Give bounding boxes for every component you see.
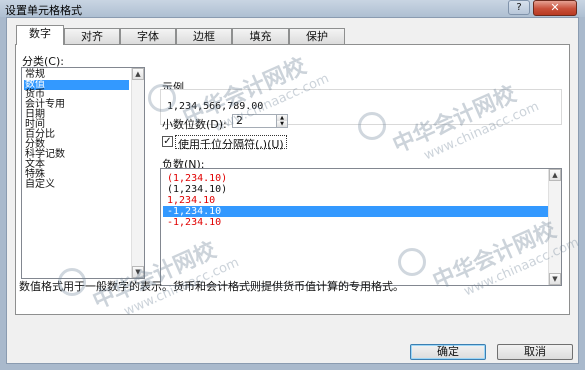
negative-format-item[interactable]: 1,234.10 [163, 195, 553, 206]
negative-format-item[interactable]: (1,234.10) [163, 184, 553, 195]
thousands-separator-checkbox[interactable]: ✓ [162, 136, 173, 147]
negative-format-item[interactable]: (1,234.10) [163, 173, 553, 184]
negative-format-item[interactable]: -1,234.10 [163, 217, 553, 228]
category-scrollbar[interactable]: ▲ ▼ [131, 68, 144, 278]
tab-panel-number: 分类(C): 常规 数值 货币 会计专用 日期 时间 百分比 分数 科学记数 文… [15, 44, 570, 315]
scroll-down-icon[interactable]: ▼ [132, 266, 144, 278]
thousands-separator-label: 使用千位分隔符(,)(U) [178, 138, 284, 151]
scroll-up-icon[interactable]: ▲ [549, 169, 561, 181]
scroll-down-icon[interactable]: ▼ [549, 273, 561, 285]
close-button[interactable]: ✕ [533, 0, 577, 16]
scroll-up-icon[interactable]: ▲ [132, 68, 144, 80]
help-button[interactable]: ? [508, 0, 530, 15]
decimal-label: 小数位数(D): [162, 118, 227, 131]
dialog-window: 设置单元格格式 ? ✕ 数字 对齐 字体 边框 填充 保护 分类(C): 常规 … [0, 0, 585, 370]
negative-number-list[interactable]: (1,234.10) (1,234.10) 1,234.10 -1,234.10… [160, 168, 562, 286]
sample-value: 1,234,566,789.00 [167, 101, 264, 112]
ok-button[interactable]: 确定 [410, 344, 486, 360]
decimal-places-stepper[interactable]: 2 ▲ ▼ [232, 114, 288, 128]
title-bar[interactable]: 设置单元格格式 ? ✕ [0, 0, 585, 17]
cancel-button[interactable]: 取消 [497, 344, 573, 360]
tab-font[interactable]: 字体 [120, 28, 176, 44]
category-list[interactable]: 常规 数值 货币 会计专用 日期 时间 百分比 分数 科学记数 文本 特殊 自定… [21, 67, 145, 279]
category-item[interactable]: 自定义 [24, 180, 129, 190]
tab-border[interactable]: 边框 [176, 28, 232, 44]
negative-format-item-selected[interactable]: -1,234.10 [163, 206, 553, 217]
tab-fill[interactable]: 填充 [232, 28, 289, 44]
negative-scrollbar[interactable]: ▲ ▼ [548, 169, 561, 285]
tab-alignment[interactable]: 对齐 [64, 28, 120, 44]
tab-protection[interactable]: 保护 [289, 28, 345, 44]
format-description: 数值格式用于一般数字的表示。货币和会计格式则提供货币值计算的专用格式。 [19, 280, 404, 293]
spin-down-icon[interactable]: ▼ [276, 121, 287, 127]
thousands-separator-focus[interactable]: 使用千位分隔符(,)(U) [175, 135, 287, 151]
decimal-value: 2 [236, 114, 243, 127]
tab-number[interactable]: 数字 [16, 25, 64, 45]
dialog-title: 设置单元格格式 [5, 4, 82, 17]
dialog-body: 数字 对齐 字体 边框 填充 保护 分类(C): 常规 数值 货币 会计专用 日… [6, 17, 579, 364]
